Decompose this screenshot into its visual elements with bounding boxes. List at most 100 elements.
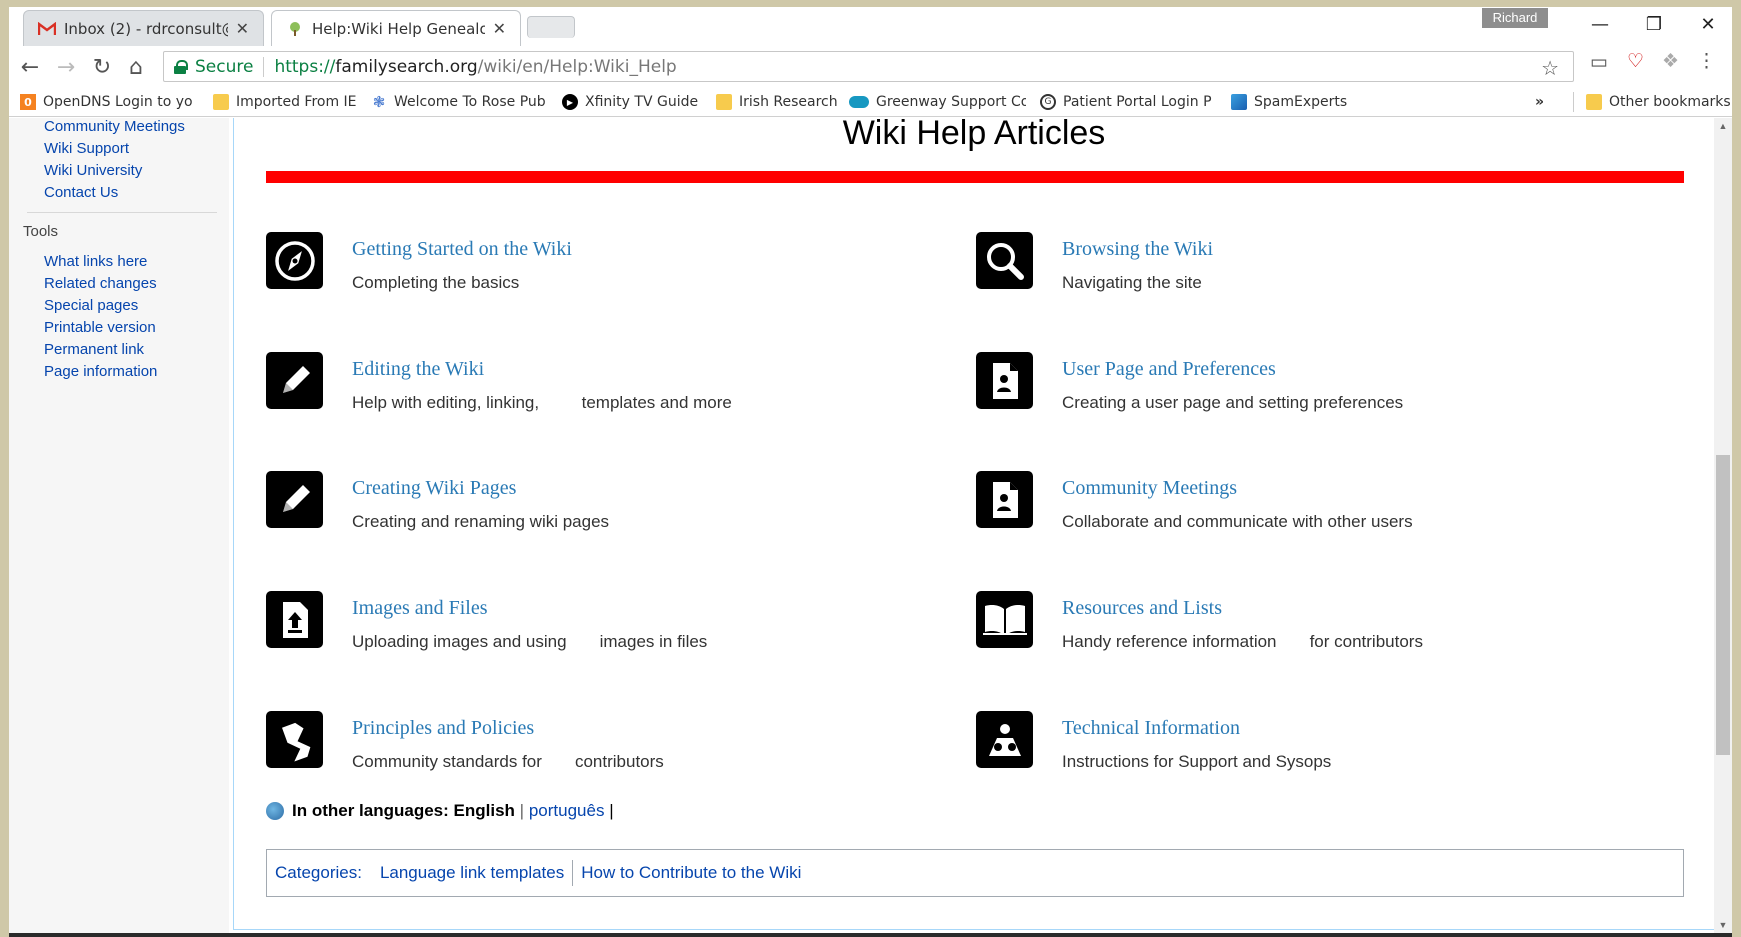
scroll-up-arrow-icon[interactable]: ▲ — [1714, 118, 1732, 134]
magnifier-icon[interactable] — [976, 232, 1033, 289]
sidebar-link-wiki-support[interactable]: Wiki Support — [9, 138, 229, 160]
other-bookmarks-label: Other bookmarks — [1609, 94, 1731, 110]
article-description: Completing the basics — [352, 273, 520, 292]
article-title[interactable]: Images and Files — [352, 597, 488, 620]
sidebar-link-wiki-university[interactable]: Wiki University — [9, 160, 229, 182]
article-title[interactable]: Creating Wiki Pages — [352, 477, 516, 500]
profile-button[interactable]: Richard — [1482, 8, 1548, 28]
tool-what-links-here[interactable]: What links here — [9, 251, 229, 273]
article-title[interactable]: Getting Started on the Wiki — [352, 238, 572, 261]
bookmark-label: Imported From IE — [236, 94, 357, 110]
policy-icon[interactable] — [266, 711, 323, 768]
bookmark-greenway[interactable]: Greenway Support Co — [849, 91, 1026, 113]
tool-page-information[interactable]: Page information — [9, 361, 229, 383]
bookmark-patient-portal[interactable]: G Patient Portal Login P — [1040, 91, 1222, 113]
tab-label: Help:Wiki Help Genealog — [312, 19, 485, 38]
bookmark-xfinity[interactable]: ▶ Xfinity TV Guide — [562, 91, 712, 113]
new-tab-button[interactable] — [527, 16, 575, 38]
page-content: Community Meetings Wiki Support Wiki Uni… — [9, 114, 1714, 933]
article-title[interactable]: Technical Information — [1062, 717, 1240, 740]
compass-icon[interactable] — [266, 232, 323, 289]
article-title[interactable]: Resources and Lists — [1062, 597, 1222, 620]
article-title[interactable]: Community Meetings — [1062, 477, 1237, 500]
reload-button[interactable]: ↻ — [87, 52, 117, 82]
categories-label[interactable]: Categories: — [275, 863, 372, 883]
lock-icon — [174, 59, 188, 74]
article-description: Creating and renaming wiki pages — [352, 512, 610, 531]
bookmark-rose-pub[interactable]: ❃ Welcome To Rose Pub — [371, 91, 549, 113]
bookmark-irish-research[interactable]: Irish Research — [716, 91, 846, 113]
bookmark-label: Irish Research — [739, 94, 838, 110]
pencil-icon[interactable] — [266, 352, 323, 409]
bookmark-star-icon[interactable]: ☆ — [1541, 56, 1559, 80]
bookmark-spamexperts[interactable]: SpamExperts — [1231, 91, 1361, 113]
bookmark-label: SpamExperts — [1254, 94, 1348, 110]
categories-box: Categories: Language link templates How … — [266, 849, 1684, 897]
spamexperts-icon — [1231, 94, 1247, 110]
tab-help-wiki[interactable]: Help:Wiki Help Genealog ✕ — [271, 10, 521, 46]
cast-icon[interactable]: ▭ — [1590, 51, 1608, 74]
url-scheme: https:// — [274, 56, 336, 77]
scrollbar-thumb[interactable] — [1716, 455, 1730, 755]
languages-label: In other languages: — [292, 801, 449, 820]
article-title[interactable]: User Page and Preferences — [1062, 358, 1276, 381]
browser-window: Inbox (2) - rdrconsult@gm ✕ Help:Wiki He… — [9, 7, 1732, 933]
article-getting-started: Getting Started on the Wiki Completing t… — [266, 232, 966, 302]
back-button[interactable]: ← — [15, 52, 45, 82]
sidebar-link-contact-us[interactable]: Contact Us — [9, 182, 229, 204]
category-link-how-to-contribute[interactable]: How to Contribute to the Wiki — [573, 863, 809, 883]
people-icon[interactable] — [976, 711, 1033, 768]
article-description: Creating a user page and setting prefere… — [1062, 393, 1404, 412]
bookmarks-overflow-button[interactable]: » — [1535, 91, 1555, 113]
vertical-scrollbar[interactable]: ▲ ▼ — [1714, 118, 1732, 933]
familysearch-tree-icon — [286, 20, 304, 38]
sidebar-links: Community Meetings Wiki Support Wiki Uni… — [9, 116, 229, 204]
page-title: Wiki Help Articles — [842, 114, 1106, 152]
tool-permanent-link[interactable]: Permanent link — [9, 339, 229, 361]
bookmark-opendns[interactable]: 0 OpenDNS Login to yo — [20, 91, 200, 113]
article-title[interactable]: Editing the Wiki — [352, 358, 484, 381]
article-community-meetings: Community Meetings Collaborate and commu… — [976, 471, 1676, 541]
article-title[interactable]: Principles and Policies — [352, 717, 534, 740]
menu-icon[interactable]: ⋮ — [1697, 50, 1716, 73]
extension-heart-icon[interactable]: ♡ — [1627, 50, 1644, 73]
user-page-icon[interactable] — [976, 352, 1033, 409]
play-icon: ▶ — [562, 94, 578, 110]
restore-button[interactable]: ❐ — [1630, 11, 1678, 39]
article-user-page: User Page and Preferences Creating a use… — [976, 352, 1676, 422]
close-window-button[interactable]: ✕ — [1684, 11, 1732, 39]
category-link-language-templates[interactable]: Language link templates — [372, 863, 572, 883]
sidebar-link-community-meetings[interactable]: Community Meetings — [9, 116, 229, 138]
other-bookmarks[interactable]: Other bookmarks — [1586, 91, 1731, 113]
tool-related-changes[interactable]: Related changes — [9, 273, 229, 295]
address-bar[interactable]: Secure https://familysearch.org/wiki/en/… — [163, 51, 1574, 82]
user-page-icon[interactable] — [976, 471, 1033, 528]
article-title[interactable]: Browsing the Wiki — [1062, 238, 1213, 261]
pencil-icon[interactable] — [266, 471, 323, 528]
other-languages: In other languages: English | português … — [266, 801, 614, 821]
gmail-icon — [38, 20, 56, 38]
close-icon[interactable]: ✕ — [236, 19, 249, 38]
article-browsing: Browsing the Wiki Navigating the site — [976, 232, 1676, 302]
home-button[interactable]: ⌂ — [121, 52, 151, 82]
upload-icon[interactable] — [266, 591, 323, 648]
bookmark-imported-from-ie[interactable]: Imported From IE — [213, 91, 363, 113]
globe-icon — [266, 802, 284, 820]
tab-gmail[interactable]: Inbox (2) - rdrconsult@gm ✕ — [23, 10, 264, 46]
tool-special-pages[interactable]: Special pages — [9, 295, 229, 317]
red-divider-bar — [266, 171, 1684, 183]
divider — [263, 56, 265, 77]
scroll-down-arrow-icon[interactable]: ▼ — [1714, 917, 1732, 933]
dropbox-icon[interactable]: ❖ — [1662, 50, 1679, 73]
book-icon[interactable] — [976, 591, 1033, 648]
article-description: Help with editing, linking, templates an… — [352, 393, 732, 412]
close-icon[interactable]: ✕ — [493, 19, 506, 38]
forward-button[interactable]: → — [51, 52, 81, 82]
rose-icon: ❃ — [372, 93, 386, 111]
url-host: familysearch.org — [335, 56, 478, 77]
tool-printable-version[interactable]: Printable version — [9, 317, 229, 339]
article-description: Collaborate and communicate with other u… — [1062, 512, 1413, 531]
language-link-portugues[interactable]: português — [529, 801, 605, 821]
minimize-button[interactable]: — — [1576, 11, 1624, 39]
folder-icon — [213, 94, 229, 110]
